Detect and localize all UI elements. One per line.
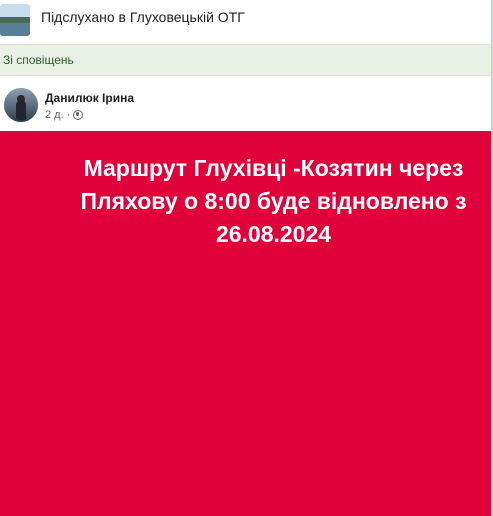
post-text-line: Маршрут Глухівці -Козятин через: [83, 155, 464, 181]
post-timestamp[interactable]: 2 д.: [45, 109, 64, 121]
post-header: Данилюк Ірина 2 д. ·: [0, 76, 491, 131]
globe-icon: [73, 110, 84, 120]
notification-source-bar: Зі сповіщень: [0, 44, 491, 76]
post-image-text: Маршрут Глухівці -Козятин через Пляхову …: [56, 152, 491, 251]
author-name[interactable]: Данилюк Ірина: [45, 91, 134, 105]
avatar[interactable]: [4, 88, 38, 122]
notification-source-label: Зі сповіщень: [3, 53, 74, 67]
group-cover-thumbnail[interactable]: [0, 4, 30, 36]
post-text-line: Пляхову о 8:00 буде відновлено з: [80, 188, 467, 214]
facebook-post-frame: Підслухано в Глуховецькій ОТГ Зі сповіще…: [0, 0, 493, 516]
post-text-line: 26.08.2024: [215, 221, 332, 247]
group-name[interactable]: Підслухано в Глуховецькій ОТГ: [41, 9, 245, 25]
post-meta: 2 д. ·: [45, 109, 84, 121]
meta-separator: ·: [66, 109, 71, 121]
group-header[interactable]: Підслухано в Глуховецькій ОТГ: [0, 0, 491, 42]
